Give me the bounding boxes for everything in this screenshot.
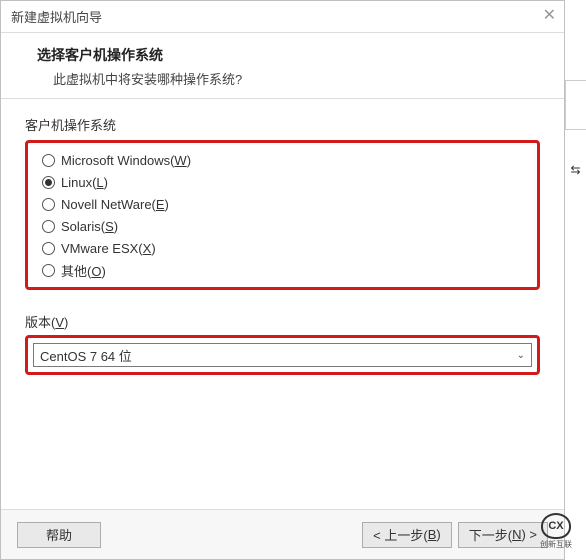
radio-label: 其他(O): [61, 261, 106, 280]
radio-icon: [42, 154, 55, 167]
os-option-other[interactable]: 其他(O): [36, 259, 529, 281]
radio-label: VMware ESX(X): [61, 241, 156, 256]
radio-label: Solaris(S): [61, 219, 118, 234]
brand-text: 创新互联: [540, 539, 572, 550]
chevron-down-icon: ⌄: [517, 350, 525, 361]
wizard-dialog: 新建虚拟机向导 ✕ 选择客户机操作系统 此虚拟机中将安装哪种操作系统? 客户机操…: [0, 0, 565, 560]
version-selected-value: CentOS 7 64 位: [40, 346, 132, 365]
radio-label: Novell NetWare(E): [61, 197, 169, 212]
radio-label: Microsoft Windows(W): [61, 153, 191, 168]
wizard-content: 客户机操作系统 Microsoft Windows(W) Linux(L) No…: [1, 99, 564, 375]
radio-icon: [42, 198, 55, 211]
close-icon[interactable]: ✕: [543, 5, 556, 25]
os-option-linux[interactable]: Linux(L): [36, 171, 529, 193]
help-button[interactable]: 帮助: [17, 522, 101, 548]
wizard-footer: 帮助 < 上一步(B) 下一步(N) >: [1, 509, 564, 559]
titlebar: 新建虚拟机向导 ✕: [1, 1, 564, 33]
os-option-vmware-esx[interactable]: VMware ESX(X): [36, 237, 529, 259]
back-button[interactable]: < 上一步(B): [362, 522, 452, 548]
decor-symbol: ⇆: [565, 160, 586, 180]
brand-watermark: CX 创新互联: [528, 510, 584, 552]
os-section-label: 客户机操作系统: [25, 115, 540, 134]
radio-label: Linux(L): [61, 175, 108, 190]
decor-badge: [565, 80, 586, 130]
version-section: 版本(V) CentOS 7 64 位 ⌄: [25, 312, 540, 375]
brand-logo-icon: CX: [541, 513, 571, 539]
radio-icon: [42, 220, 55, 233]
os-option-solaris[interactable]: Solaris(S): [36, 215, 529, 237]
radio-icon: [42, 176, 55, 189]
radio-icon: [42, 242, 55, 255]
window-title: 新建虚拟机向导: [11, 7, 102, 26]
page-title: 选择客户机操作系统: [37, 45, 528, 65]
wizard-header: 选择客户机操作系统 此虚拟机中将安装哪种操作系统?: [1, 33, 564, 99]
right-decoration: ⇆: [565, 0, 586, 560]
os-radio-group: Microsoft Windows(W) Linux(L) Novell Net…: [25, 140, 540, 290]
version-select-highlight: CentOS 7 64 位 ⌄: [25, 335, 540, 375]
version-select[interactable]: CentOS 7 64 位 ⌄: [33, 343, 532, 367]
os-option-windows[interactable]: Microsoft Windows(W): [36, 149, 529, 171]
radio-icon: [42, 264, 55, 277]
page-subtitle: 此虚拟机中将安装哪种操作系统?: [37, 69, 528, 88]
version-label: 版本(V): [25, 312, 540, 331]
os-option-novell[interactable]: Novell NetWare(E): [36, 193, 529, 215]
